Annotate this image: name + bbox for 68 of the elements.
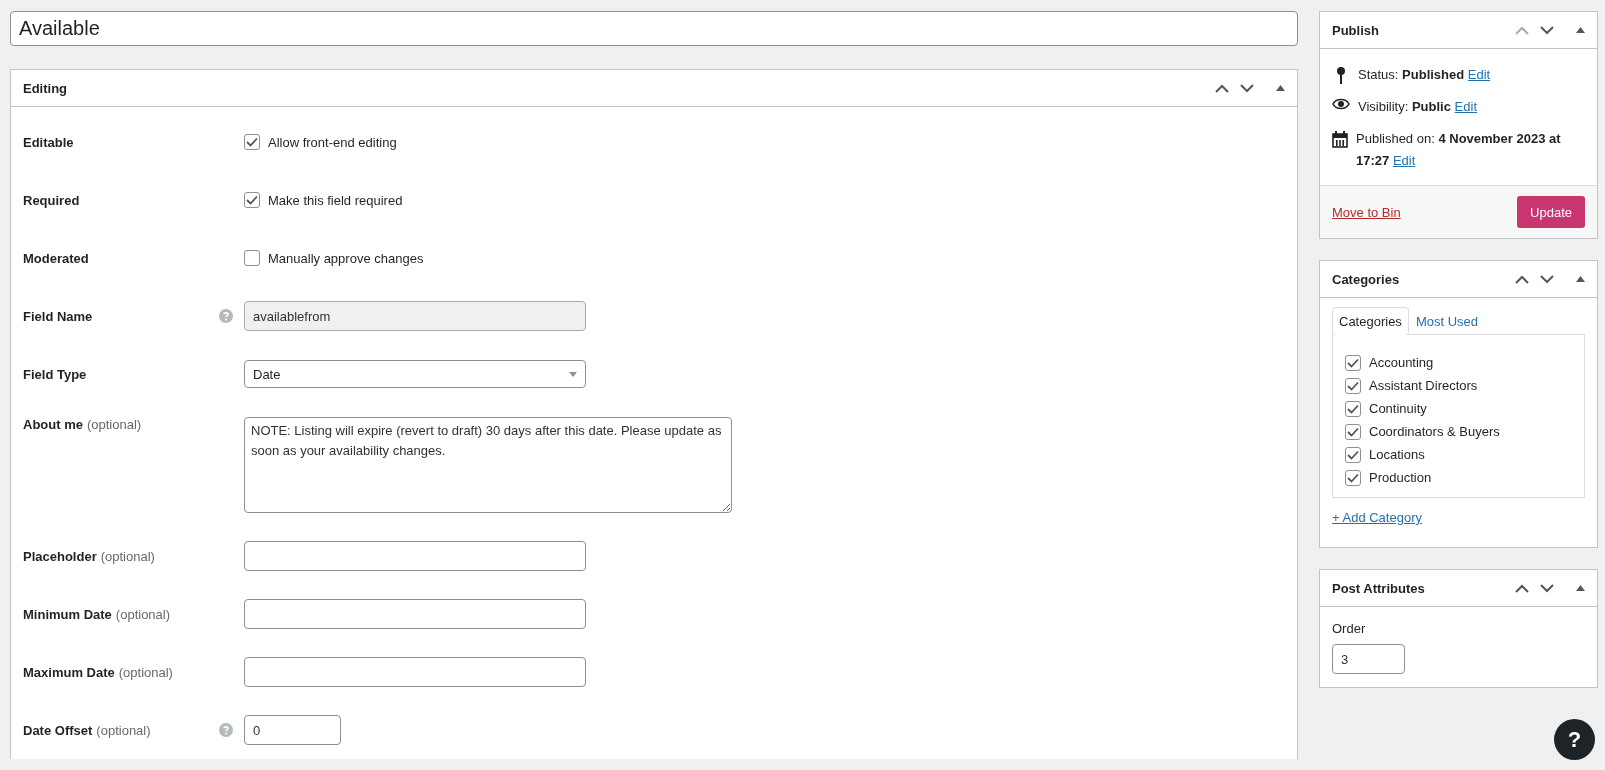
checkbox-label: Manually approve changes xyxy=(268,250,424,266)
checkbox[interactable] xyxy=(1345,446,1361,463)
panel-title: Publish xyxy=(1332,22,1379,38)
triangle-up-icon[interactable] xyxy=(1576,27,1585,33)
input-field[interactable]: 0 xyxy=(244,715,341,745)
field-label: Moderated xyxy=(23,250,89,266)
field-label: Required xyxy=(23,192,80,208)
checkbox-label: Allow front-end editing xyxy=(268,134,397,150)
update-button[interactable]: Update xyxy=(1517,196,1585,228)
help-button[interactable]: ? xyxy=(1554,719,1595,760)
checkbox[interactable] xyxy=(1345,400,1361,417)
checkbox-label: Coordinators & Buyers xyxy=(1369,424,1500,439)
move-to-bin-link[interactable]: Move to Bin xyxy=(1332,204,1401,220)
checkbox[interactable] xyxy=(1345,377,1361,394)
chevron-down-icon[interactable] xyxy=(1540,25,1554,35)
field-label: Date Offset (optional) xyxy=(23,722,151,738)
checkbox[interactable] xyxy=(1345,423,1361,440)
publish-info: Visibility: Public Edit xyxy=(1358,98,1478,116)
checkbox-label: Make this field required xyxy=(268,192,403,208)
input-field[interactable] xyxy=(244,657,586,687)
field-label: Field Name xyxy=(23,308,93,324)
input-field[interactable] xyxy=(244,599,586,629)
tab[interactable]: Categories xyxy=(1332,307,1409,335)
title-field[interactable]: Available xyxy=(10,11,1298,46)
publish-info: Published on: 4 November 2023 at 17:27 Edit xyxy=(1356,130,1562,170)
checkbox-label: Production xyxy=(1369,470,1432,485)
triangle-up-icon[interactable] xyxy=(1576,585,1585,591)
checkbox-label: Accounting xyxy=(1369,355,1434,370)
field-label: Field Type xyxy=(23,366,87,382)
checkbox[interactable] xyxy=(244,250,260,266)
input-field[interactable] xyxy=(244,541,586,571)
order-label: Order xyxy=(1332,621,1366,636)
publish-info: Status: Published Edit xyxy=(1358,66,1492,84)
tab[interactable]: Most Used xyxy=(1408,307,1485,335)
edit-link[interactable]: Edit xyxy=(1467,67,1491,82)
triangle-up-icon[interactable] xyxy=(1576,276,1585,282)
panel-title: Post Attributes xyxy=(1332,580,1425,596)
checkbox-label: Locations xyxy=(1369,447,1425,462)
field-label: Maximum Date (optional) xyxy=(23,664,173,680)
select-field[interactable]: Date xyxy=(244,360,586,388)
checkbox[interactable] xyxy=(1345,354,1361,371)
field-label: Minimum Date (optional) xyxy=(23,606,171,622)
caret-icon xyxy=(569,371,577,377)
edit-link[interactable]: Edit xyxy=(1454,99,1477,114)
field-label: About me (optional) xyxy=(23,417,142,432)
checkbox[interactable] xyxy=(1345,469,1361,486)
checkbox[interactable] xyxy=(244,192,260,208)
eye-icon xyxy=(1332,98,1350,110)
chevron-down-icon[interactable] xyxy=(1240,83,1254,93)
chevron-up-icon[interactable] xyxy=(1515,274,1529,284)
field-label: Placeholder (optional) xyxy=(23,548,155,564)
edit-link[interactable]: Edit xyxy=(1392,153,1416,168)
chevron-up-icon[interactable] xyxy=(1215,83,1229,93)
pin-icon xyxy=(1336,66,1346,84)
text-area[interactable]: NOTE: Listing will expire (revert to draft) 30 days after this date. Please update as soon as your availability changes. xyxy=(244,417,732,513)
chevron-down-icon[interactable] xyxy=(1540,583,1554,593)
triangle-up-icon[interactable] xyxy=(1276,85,1285,91)
chevron-up-icon[interactable] xyxy=(1515,583,1529,593)
panel-title: Editing xyxy=(23,80,68,96)
checkbox-label: Continuity xyxy=(1369,401,1427,416)
calendar-icon xyxy=(1332,131,1348,148)
chevron-down-icon[interactable] xyxy=(1540,274,1554,284)
panel-title: Categories xyxy=(1332,271,1400,287)
checkbox-label: Assistant Directors xyxy=(1369,378,1478,393)
field-label: Editable xyxy=(23,134,74,150)
checkbox[interactable] xyxy=(244,134,260,150)
add-category-link[interactable]: + Add Category xyxy=(1332,510,1422,525)
order-field[interactable]: 3 xyxy=(1332,644,1405,674)
